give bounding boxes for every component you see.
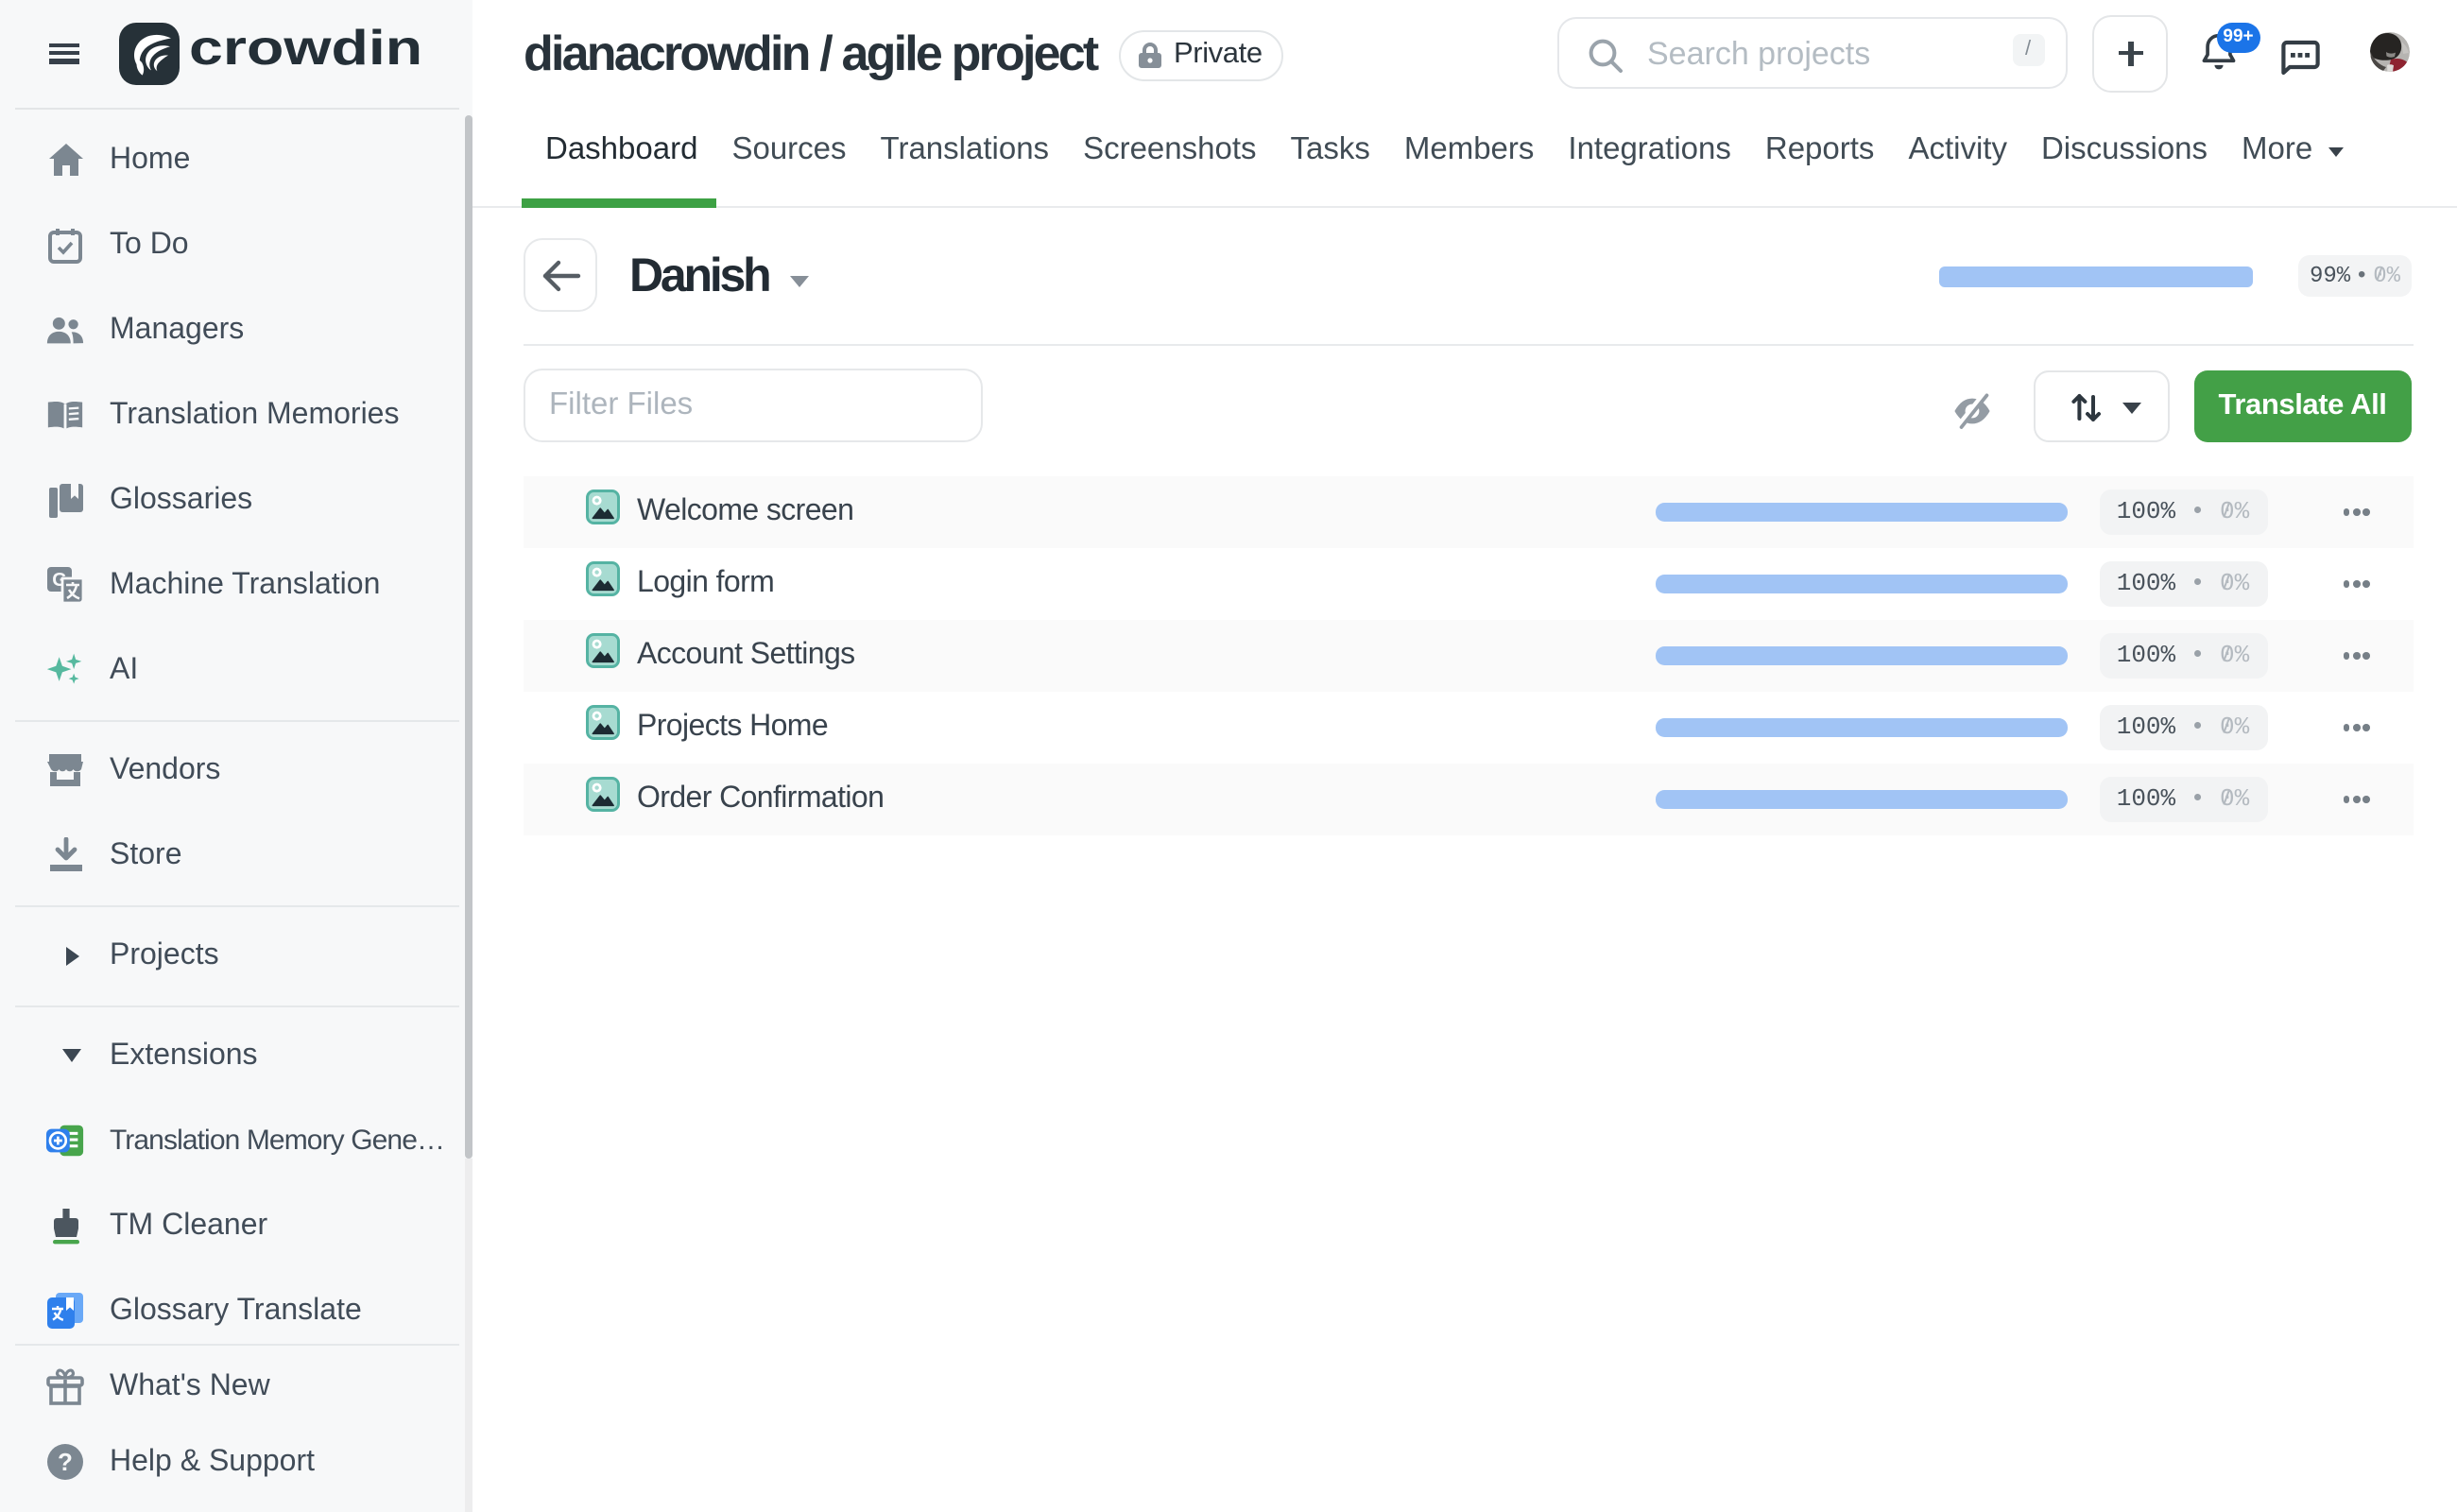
svg-text:?: ? (58, 1448, 73, 1476)
